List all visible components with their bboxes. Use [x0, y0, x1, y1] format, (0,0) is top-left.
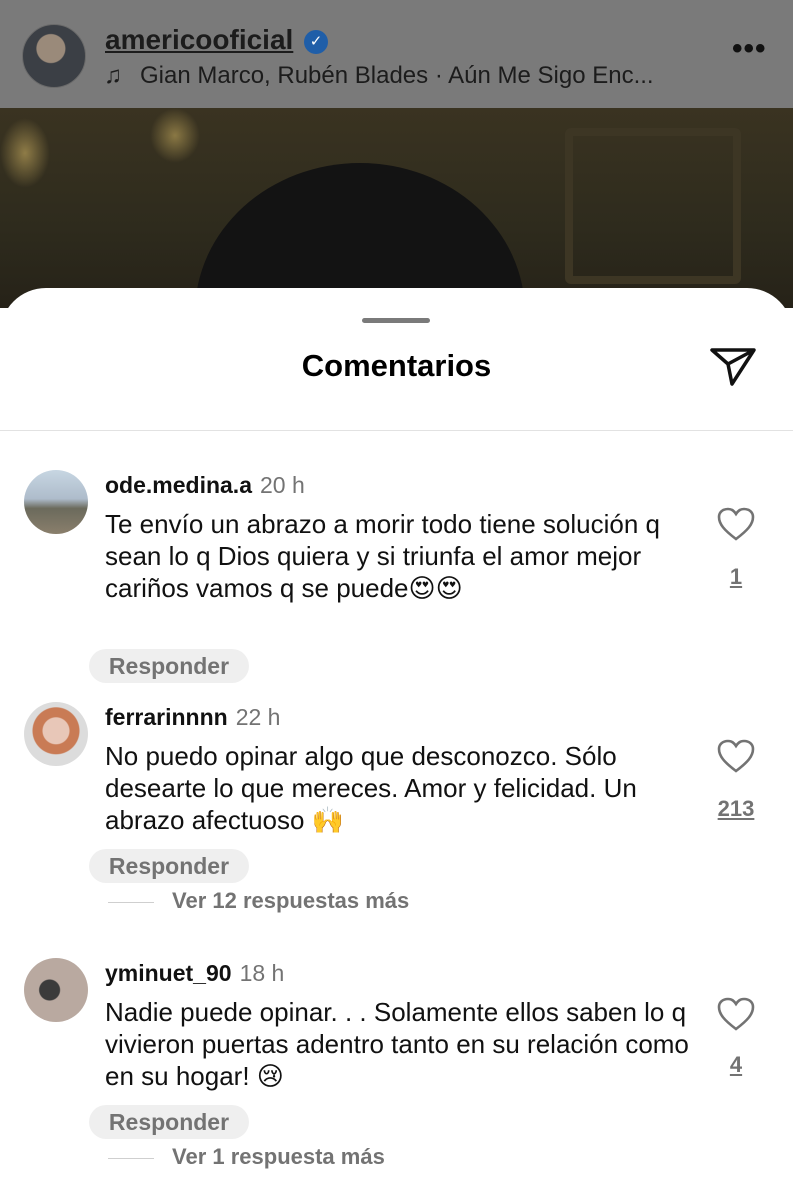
emoji-raising-hands: 🙌 — [311, 805, 345, 835]
music-note-icon: ♫ — [104, 62, 122, 89]
comment-time: 20 h — [259, 472, 305, 498]
like-heart-icon[interactable] — [716, 506, 756, 542]
commenter-avatar[interactable] — [24, 702, 88, 766]
more-options-icon[interactable]: ••• — [732, 32, 767, 66]
verified-badge-icon: ✓ — [304, 30, 328, 54]
song-info[interactable]: Gian Marco, Rubén Blades · Aún Me Sigo E… — [140, 62, 654, 90]
view-replies-link[interactable]: Ver 12 respuestas más — [108, 888, 409, 914]
emoji-crying-face: 😢 — [256, 1061, 284, 1091]
share-icon[interactable] — [708, 344, 758, 388]
reply-button[interactable]: Responder — [89, 849, 249, 883]
like-heart-icon[interactable] — [716, 738, 756, 774]
comment-text: No puedo opinar algo que desconozco. Sól… — [105, 740, 695, 836]
divider — [0, 430, 793, 431]
commenter-username[interactable]: ferrarinnnn — [105, 704, 228, 730]
comment-body: Te envío un abrazo a morir todo tiene so… — [105, 509, 661, 603]
comments-sheet: Comentarios ode.medina.a 20 h Te envío un… — [0, 288, 793, 1200]
comment-header: ode.medina.a 20 h — [105, 472, 305, 499]
comment-time: 22 h — [235, 704, 281, 730]
background-frame — [565, 128, 741, 284]
sheet-drag-handle[interactable] — [362, 318, 430, 323]
post-video-preview — [0, 108, 793, 308]
background-light — [150, 108, 200, 163]
comment-time: 18 h — [239, 960, 285, 986]
commenter-username[interactable]: ode.medina.a — [105, 472, 252, 498]
commenter-username[interactable]: yminuet_90 — [105, 960, 232, 986]
author-avatar[interactable] — [22, 24, 86, 88]
background-light — [0, 118, 50, 188]
comment-text: Nadie puede opinar. . . Solamente ellos … — [105, 996, 695, 1092]
person-silhouette — [195, 163, 525, 308]
view-replies-link[interactable]: Ver 1 respuesta más — [108, 1144, 385, 1170]
emoji-heart-eyes: 😍😍 — [408, 573, 463, 603]
commenter-avatar[interactable] — [24, 470, 88, 534]
reply-button[interactable]: Responder — [89, 1105, 249, 1139]
like-count[interactable]: 213 — [700, 796, 772, 822]
reply-button[interactable]: Responder — [89, 649, 249, 683]
comment-body: Nadie puede opinar. . . Solamente ellos … — [105, 997, 689, 1091]
post-header: americooficial ✓ ♫ Gian Marco, Rubén Bla… — [0, 0, 793, 108]
author-username[interactable]: americooficial — [105, 24, 293, 56]
comment-text: Te envío un abrazo a morir todo tiene so… — [105, 508, 695, 604]
comment-header: yminuet_90 18 h — [105, 960, 284, 987]
like-heart-icon[interactable] — [716, 996, 756, 1032]
like-count[interactable]: 4 — [700, 1052, 772, 1078]
view-replies-label: Ver 1 respuesta más — [172, 1144, 385, 1169]
view-replies-label: Ver 12 respuestas más — [172, 888, 410, 913]
replies-divider-line — [108, 1157, 154, 1159]
sheet-title: Comentarios — [301, 348, 492, 383]
comment-header: ferrarinnnn 22 h — [105, 704, 280, 731]
replies-divider-line — [108, 901, 154, 903]
like-count[interactable]: 1 — [700, 564, 772, 590]
commenter-avatar[interactable] — [24, 958, 88, 1022]
comment-body: No puedo opinar algo que desconozco. Sól… — [105, 741, 637, 835]
